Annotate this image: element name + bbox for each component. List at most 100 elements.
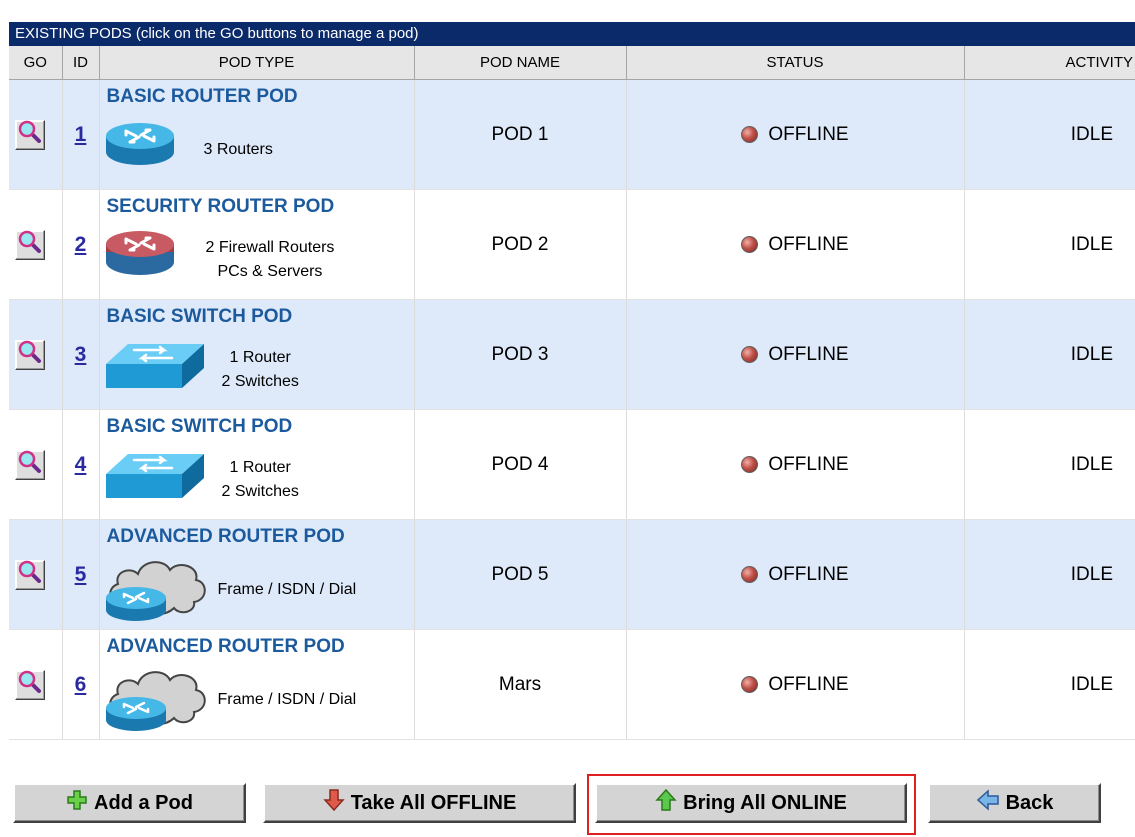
column-header-go: GO — [9, 46, 63, 80]
id-cell: 3 — [62, 299, 100, 410]
switch-icon — [104, 448, 206, 505]
magnifier-icon — [18, 230, 42, 259]
status-indicator-icon — [741, 236, 759, 253]
pod-id-link[interactable]: 3 — [63, 343, 99, 367]
plus-icon — [66, 789, 88, 817]
pod-name: POD 5 — [491, 563, 549, 585]
status-indicator-icon — [741, 676, 759, 693]
pod-type-label: BASIC SWITCH POD — [106, 306, 293, 327]
pod-name: POD 2 — [491, 233, 549, 255]
pod-description-line-1: Frame / ISDN / Dial — [217, 581, 357, 598]
column-header-pod-type: POD TYPE — [99, 46, 415, 80]
status-cell: OFFLINE — [626, 189, 965, 300]
cloud-router-icon — [104, 664, 208, 737]
go-cell — [9, 629, 63, 740]
activity-cell: IDLE — [964, 79, 1135, 190]
status-indicator-icon — [741, 126, 759, 143]
pod-id-link[interactable]: 6 — [63, 673, 99, 697]
activity-cell: IDLE — [964, 189, 1135, 300]
activity-cell: IDLE — [964, 409, 1135, 520]
back-button[interactable]: Back — [928, 783, 1101, 823]
cloud-router-icon — [104, 554, 208, 627]
column-header-pod-name: POD NAME — [414, 46, 627, 80]
pod-description-line-2: PCs & Servers — [217, 263, 323, 280]
activity-text: IDLE — [1070, 123, 1113, 145]
pod-type-cell: ADVANCED ROUTER POD Frame / ISDN / Dial — [99, 519, 415, 630]
activity-text: IDLE — [1070, 563, 1113, 585]
pod-name-cell: POD 5 — [414, 519, 627, 630]
take-all-offline-label: Take All OFFLINE — [350, 791, 517, 814]
activity-cell: IDLE — [964, 299, 1135, 410]
panel-title: EXISTING PODS (click on the GO buttons t… — [9, 22, 1135, 46]
pod-name: POD 4 — [491, 453, 549, 475]
pod-description: 1 Router 2 Switches — [222, 456, 299, 504]
status-cell: OFFLINE — [626, 409, 965, 520]
pod-description-line-2: 2 Switches — [221, 373, 299, 390]
go-cell — [9, 299, 63, 410]
go-button[interactable] — [15, 669, 45, 700]
pod-description-line-1: 3 Routers — [203, 141, 273, 158]
status-text: OFFLINE — [768, 123, 849, 145]
status-text: OFFLINE — [768, 673, 849, 695]
status-indicator-icon — [741, 456, 759, 473]
pod-description: Frame / ISDN / Dial — [218, 688, 357, 712]
arrow-down-icon — [323, 788, 345, 818]
column-header-id: ID — [62, 46, 100, 80]
magnifier-icon — [18, 340, 42, 369]
table-row: 1 BASIC ROUTER POD 3 Routers POD 1 OFFLI… — [9, 79, 1135, 190]
status-indicator-icon — [741, 566, 759, 583]
pod-type-cell: ADVANCED ROUTER POD Frame / ISDN / Dial — [99, 629, 415, 740]
go-button[interactable] — [15, 449, 45, 480]
activity-cell: IDLE — [964, 629, 1135, 740]
go-cell — [9, 189, 63, 300]
id-cell: 2 — [62, 189, 100, 300]
table-row: 5 ADVANCED ROUTER POD Frame / ISDN / Dia… — [9, 519, 1135, 630]
status-cell: OFFLINE — [626, 299, 965, 410]
pod-type-cell: BASIC ROUTER POD 3 Routers — [99, 79, 415, 190]
add-pod-button[interactable]: Add a Pod — [13, 783, 246, 823]
pod-type-label: BASIC SWITCH POD — [106, 416, 293, 437]
go-button[interactable] — [15, 559, 45, 590]
activity-text: IDLE — [1070, 233, 1113, 255]
router-icon — [104, 118, 176, 175]
arrow-left-icon — [976, 789, 1000, 817]
pod-id-link[interactable]: 1 — [63, 123, 99, 147]
table-row: 4 BASIC SWITCH POD 1 Router 2 Switches P… — [9, 409, 1135, 520]
go-button[interactable] — [15, 229, 45, 260]
status-cell: OFFLINE — [626, 519, 965, 630]
status-text: OFFLINE — [768, 233, 849, 255]
switch-icon — [104, 338, 206, 395]
activity-text: IDLE — [1070, 673, 1113, 695]
status-cell: OFFLINE — [626, 629, 965, 740]
table-row: 6 ADVANCED ROUTER POD Frame / ISDN / Dia… — [9, 629, 1135, 740]
pod-type-cell: SECURITY ROUTER POD 2 Firewall Routers P… — [99, 189, 415, 300]
take-all-offline-button[interactable]: Take All OFFLINE — [263, 783, 576, 823]
go-button[interactable] — [15, 339, 45, 370]
pod-name: POD 3 — [491, 343, 549, 365]
pod-id-link[interactable]: 4 — [63, 453, 99, 477]
pod-name-cell: POD 1 — [414, 79, 627, 190]
column-header-activity: ACTIVITY — [964, 46, 1135, 80]
status-text: OFFLINE — [768, 343, 849, 365]
pods-table: GO ID POD TYPE POD NAME STATUS ACTIVITY … — [9, 46, 1135, 740]
pod-name-cell: POD 4 — [414, 409, 627, 520]
pod-description-line-1: 1 Router — [229, 349, 291, 366]
pod-type-label: SECURITY ROUTER POD — [106, 196, 335, 217]
id-cell: 1 — [62, 79, 100, 190]
pod-description-line-1: 1 Router — [229, 459, 291, 476]
pod-name-cell: POD 3 — [414, 299, 627, 410]
table-row: 2 SECURITY ROUTER POD 2 Firewall Routers… — [9, 189, 1135, 300]
pod-id-link[interactable]: 2 — [63, 233, 99, 257]
pod-id-link[interactable]: 5 — [63, 563, 99, 587]
activity-text: IDLE — [1070, 343, 1113, 365]
magnifier-icon — [18, 120, 42, 149]
magnifier-icon — [18, 450, 42, 479]
status-cell: OFFLINE — [626, 79, 965, 190]
go-button[interactable] — [15, 119, 45, 150]
pod-name-cell: POD 2 — [414, 189, 627, 300]
activity-cell: IDLE — [964, 519, 1135, 630]
pod-type-label: ADVANCED ROUTER POD — [106, 526, 345, 547]
table-row: 3 BASIC SWITCH POD 1 Router 2 Switches P… — [9, 299, 1135, 410]
pod-type-label: BASIC ROUTER POD — [106, 86, 298, 107]
id-cell: 4 — [62, 409, 100, 520]
